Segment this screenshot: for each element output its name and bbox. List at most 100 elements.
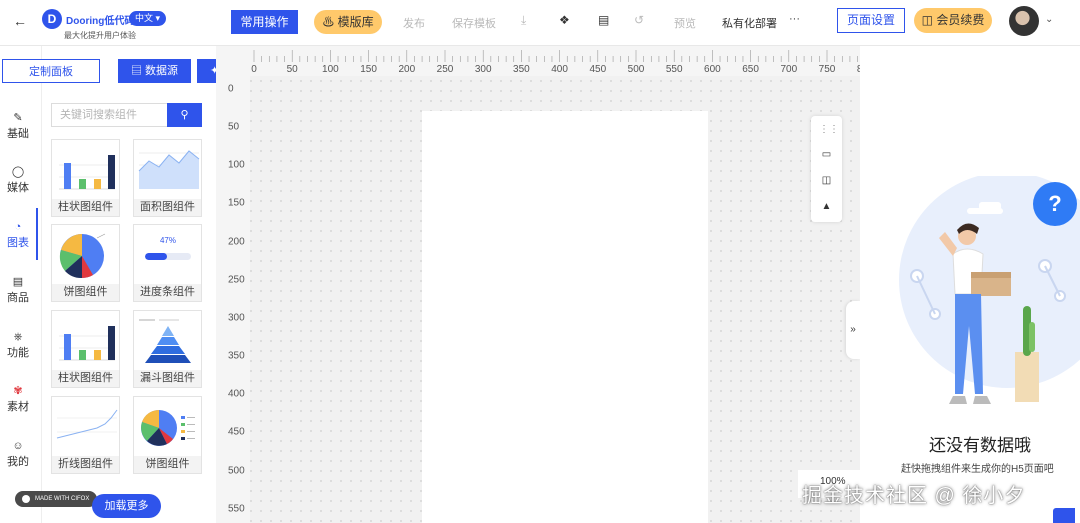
ruler-y-label: 100 <box>228 159 245 171</box>
ruler-x-label: 750 <box>818 64 836 75</box>
save-template-button[interactable]: 保存模板 <box>452 15 496 31</box>
app-name: Dooring低代码 <box>66 16 135 27</box>
rail-item-charts[interactable]: ◔ 图表 <box>0 220 36 250</box>
page-settings-button[interactable]: 页面设置 <box>837 8 905 33</box>
properties-panel: ? 还没有数据哦 赶快拖拽组件来生成你的H5页面吧 <box>860 46 1080 523</box>
ruler-y-label: 350 <box>228 350 245 362</box>
card-label: 饼图组件 <box>134 456 201 473</box>
save-icon[interactable] <box>1053 508 1075 523</box>
language-select[interactable]: 中文 ▾ <box>129 11 167 26</box>
ruler-x-label: 100 <box>322 64 339 75</box>
progress-thumbnail: 47% <box>135 226 201 284</box>
logo-icon: D <box>42 9 62 29</box>
box-icon: ⎈ <box>13 331 23 343</box>
component-card-bar[interactable]: 柱状图组件 <box>51 139 120 217</box>
rail-item-basic[interactable]: ✎ 基础 <box>0 111 36 141</box>
pen-icon: ✎ <box>13 112 23 124</box>
component-card-bar-2[interactable]: 柱状图组件 <box>51 310 120 388</box>
card-label: 折线图组件 <box>52 456 119 473</box>
component-card-pie[interactable]: 饼图组件 <box>51 224 120 302</box>
ruler-y-label: 450 <box>228 426 245 438</box>
component-panel: 定制面板 ▤ 数据源 ✦ AI ⚲ 柱状图组件 面积图组件 <box>2 46 245 523</box>
pie-icon: ◔ <box>14 221 22 233</box>
ruler-x-label: 50 <box>286 64 298 75</box>
watermark: 掘金技术社区 @ 徐小夕 <box>802 485 1026 507</box>
flower-icon: ✾ <box>13 385 23 397</box>
card-label: 饼图组件 <box>52 284 119 301</box>
card-label: 柱状图组件 <box>52 199 119 216</box>
rail-item-goods[interactable]: ▤ 商品 <box>0 275 36 305</box>
gift-icon: ◫ <box>921 13 933 27</box>
rail-item-media[interactable]: ◯ 媒体 <box>0 165 36 195</box>
cube-icon[interactable]: ❖ <box>559 13 570 27</box>
rail-item-function[interactable]: ⎈ 功能 <box>0 330 36 360</box>
vip-renew-button[interactable]: ◫ 会员续费 <box>914 8 992 33</box>
ruler-x-label: 200 <box>398 64 416 75</box>
collapse-toggle[interactable]: » <box>846 301 860 359</box>
ruler-y-label: 50 <box>228 121 240 133</box>
card-label: 柱状图组件 <box>52 370 119 387</box>
component-card-funnel[interactable]: 漏斗图组件 <box>133 310 202 388</box>
pie-chart-thumbnail <box>59 233 106 279</box>
help-button[interactable]: ? <box>1033 182 1077 226</box>
area-chart-thumbnail <box>138 150 200 189</box>
card-label: 漏斗图组件 <box>134 370 201 387</box>
ruler-y-label: 150 <box>228 197 245 209</box>
common-ops-button[interactable]: 常用操作 <box>231 10 298 34</box>
active-indicator <box>36 208 38 260</box>
empty-subtitle: 赶快拖拽组件来生成你的H5页面吧 <box>901 464 1054 475</box>
made-with-badge[interactable]: MADE WITH CIFOX <box>15 491 97 507</box>
ruler-x-label: 650 <box>742 64 759 75</box>
ruler-y-label: 300 <box>228 312 245 324</box>
grip-icon[interactable]: ⋮⋮ <box>819 122 839 137</box>
tab-custom-panel[interactable]: 定制面板 <box>2 59 100 83</box>
ruler-y-label: 500 <box>228 465 245 476</box>
tab-datasource[interactable]: ▤ 数据源 <box>118 59 191 83</box>
h5-page[interactable] <box>422 111 708 523</box>
load-more-button[interactable]: 加载更多 <box>92 494 161 518</box>
funnel-chart-thumbnail <box>139 319 191 363</box>
private-deploy-button[interactable]: 私有化部署 <box>722 15 777 31</box>
search-input[interactable] <box>51 103 167 127</box>
user-icon: ☺ <box>12 440 24 452</box>
layout-icon[interactable]: ◫ <box>819 173 834 188</box>
fire-icon: ♨ <box>322 15 335 29</box>
component-card-area[interactable]: 面积图组件 <box>133 139 202 217</box>
editor-canvas[interactable]: 0 50 100 150 200 250 300 350 400 450 500 550 600 650 7… <box>216 46 860 523</box>
card-label: 面积图组件 <box>134 199 201 216</box>
publish-button[interactable]: 发布 <box>403 15 425 31</box>
canvas-toolbox: ⋮⋮ ▭ ◫ ▲ <box>811 116 842 222</box>
pie-chart-thumbnail <box>141 409 195 446</box>
paint-bucket-icon[interactable]: ▲ <box>819 199 834 214</box>
chevrons-right-icon: » <box>850 324 856 335</box>
ruler-x-label: 600 <box>704 64 721 75</box>
component-card-pie-2[interactable]: 饼图组件 <box>133 396 202 474</box>
monitor-icon[interactable]: ▭ <box>819 147 834 162</box>
ruler-x-label: 350 <box>513 64 530 75</box>
more-icon[interactable]: ··· <box>789 13 800 25</box>
preview-button[interactable]: 预览 <box>674 15 696 31</box>
chevron-down-icon[interactable]: ⌄ <box>1045 14 1053 25</box>
avatar[interactable] <box>1009 6 1039 36</box>
search-button[interactable]: ⚲ <box>167 103 202 127</box>
ruler-x-label: 150 <box>360 64 377 75</box>
file-icon[interactable]: ▤ <box>598 13 609 27</box>
rail-item-mine[interactable]: ☺ 我的 <box>0 439 36 469</box>
undo-icon[interactable]: ↺ <box>634 13 644 27</box>
line-chart-thumbnail <box>56 409 118 439</box>
component-card-line[interactable]: 折线图组件 <box>51 396 120 474</box>
component-card-progress[interactable]: 47% 进度条组件 <box>133 224 202 302</box>
rail-item-assets[interactable]: ✾ 素材 <box>0 384 36 414</box>
card-label: 进度条组件 <box>134 284 201 301</box>
ruler-x-label: 400 <box>551 64 568 75</box>
chevron-down-icon: ▾ <box>155 13 161 23</box>
progress-percent: 47% <box>159 236 176 245</box>
ruler-x-label: 550 <box>665 64 683 75</box>
bar-chart-thumbnail <box>59 326 115 361</box>
ruler-x-label: 500 <box>627 64 645 75</box>
progress-fill <box>145 253 167 260</box>
progress-track <box>145 253 191 260</box>
download-icon[interactable]: ⤓ <box>521 13 526 28</box>
arrow-left-icon[interactable]: ← <box>13 13 27 29</box>
template-library-button[interactable]: ♨ 模版库 <box>314 10 382 34</box>
